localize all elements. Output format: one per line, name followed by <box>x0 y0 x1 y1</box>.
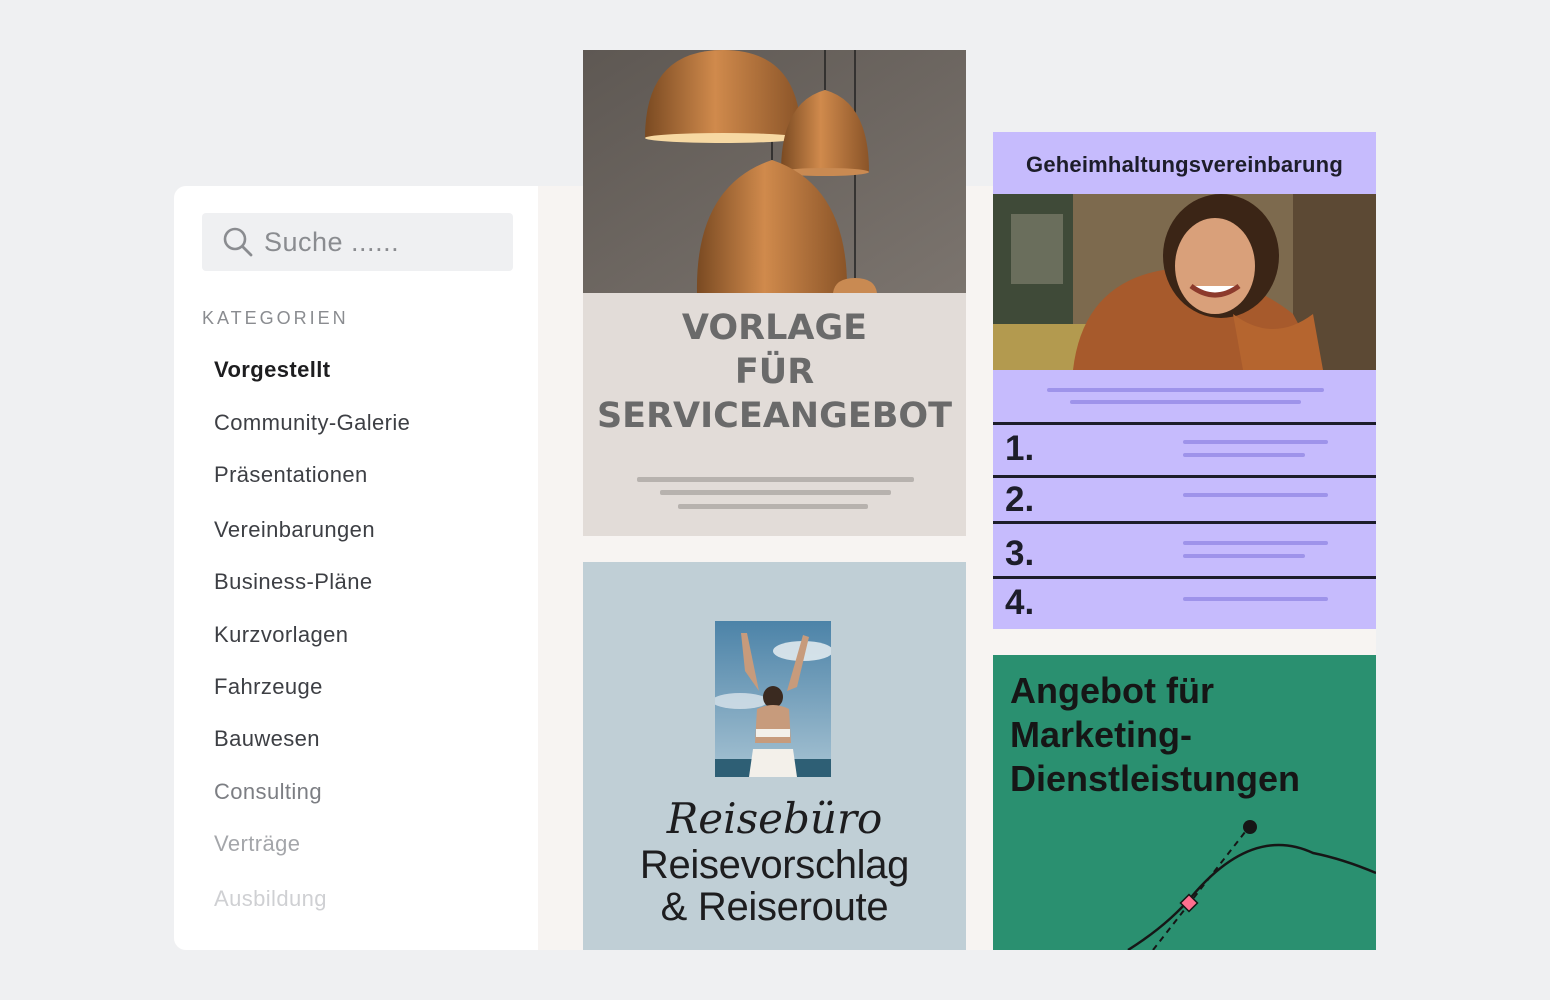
text-placeholder-line <box>1047 388 1324 392</box>
text-placeholder-line <box>1183 554 1305 558</box>
nda-row-number: 4. <box>1005 583 1035 622</box>
text-placeholder-line <box>1183 453 1305 457</box>
categories-heading: KATEGORIEN <box>202 308 349 328</box>
travel-template-title: Reisevorschlag & Reiseroute <box>639 843 910 929</box>
smiling-woman-image <box>993 194 1376 370</box>
search-input[interactable]: Suche ...... <box>202 213 513 271</box>
category-item-vertraege[interactable]: Verträge <box>214 831 300 857</box>
travel-template-script-title: Reisebüro <box>666 794 883 843</box>
category-item-kurzvorlagen[interactable]: Kurzvorlagen <box>214 622 348 648</box>
template-card-nda[interactable]: Geheimhaltungsvereinbarung 1. 2. 3. 4. <box>993 132 1376 629</box>
text-placeholder-line <box>637 477 914 482</box>
template-card-service-offer[interactable]: VORLAGE FÜR SERVICEANGEBOT <box>583 50 966 536</box>
nda-row-number: 3. <box>1005 534 1035 573</box>
template-card-marketing-proposal[interactable]: Angebot für Marketing- Dienstleistungen <box>993 655 1376 950</box>
category-item-vereinbarungen[interactable]: Vereinbarungen <box>214 517 375 543</box>
nda-list-row: 2. <box>993 475 1376 523</box>
pendant-lamps-image <box>583 50 966 293</box>
category-item-fahrzeuge[interactable]: Fahrzeuge <box>214 674 323 700</box>
beach-woman-image <box>715 621 831 777</box>
text-placeholder-line <box>678 504 868 509</box>
template-card-travel-proposal[interactable]: Reisebüro Reisevorschlag & Reiseroute <box>583 562 966 950</box>
category-item-business-plaene[interactable]: Business-Pläne <box>214 569 372 595</box>
category-item-ausbildung[interactable]: Ausbildung <box>214 886 327 912</box>
bezier-curve-illustration <box>1127 820 1376 950</box>
category-item-vorgestellt[interactable]: Vorgestellt <box>214 357 330 383</box>
category-item-praesentationen[interactable]: Präsentationen <box>214 462 368 488</box>
category-item-bauwesen[interactable]: Bauwesen <box>214 726 320 752</box>
search-icon <box>223 227 253 257</box>
text-placeholder-line <box>1070 400 1301 404</box>
category-item-consulting[interactable]: Consulting <box>214 779 322 805</box>
service-template-title: VORLAGE FÜR SERVICEANGEBOT <box>596 308 953 436</box>
nda-row-number: 2. <box>1005 480 1035 519</box>
nda-list-row: 4. <box>993 576 1376 629</box>
search-placeholder: Suche ...... <box>264 226 400 257</box>
category-item-community-galerie[interactable]: Community-Galerie <box>214 410 410 436</box>
text-placeholder-line <box>1183 541 1328 545</box>
nda-row-number: 1. <box>1005 429 1035 468</box>
text-placeholder-line <box>660 490 891 495</box>
nda-list-row: 1. <box>993 422 1376 477</box>
text-placeholder-line <box>1183 440 1328 444</box>
text-placeholder-line <box>1183 493 1328 497</box>
nda-list-row: 3. <box>993 521 1376 578</box>
text-placeholder-line <box>1183 597 1328 601</box>
category-sidebar: Suche ...... KATEGORIEN Vorgestellt Comm… <box>174 186 538 950</box>
nda-template-title: Geheimhaltungsvereinbarung <box>1026 152 1343 177</box>
